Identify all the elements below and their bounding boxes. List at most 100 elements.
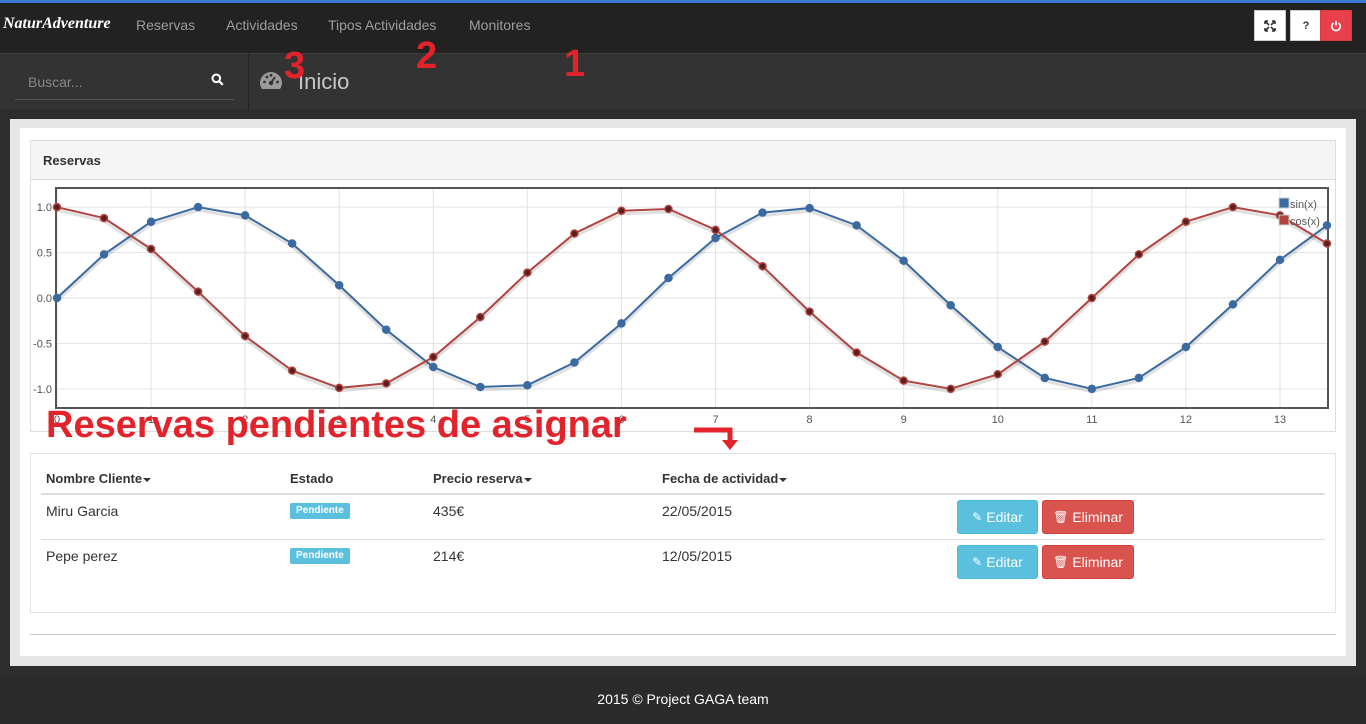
cell-nombre: Miru Garcia	[46, 503, 119, 519]
y-tick-label: 1.0	[37, 202, 52, 214]
logout-button[interactable]	[1320, 10, 1352, 41]
data-point	[1087, 384, 1097, 394]
data-point	[1181, 342, 1191, 352]
data-point	[805, 203, 814, 213]
data-point	[476, 382, 485, 392]
nav-reservas[interactable]: Reservas	[136, 17, 195, 33]
data-point	[946, 384, 955, 394]
data-point	[805, 307, 814, 316]
x-tick-label: 10	[992, 414, 1004, 426]
x-tick-label: 11	[1086, 414, 1097, 426]
delete-button[interactable]: 🗑 Eliminar	[1042, 500, 1134, 534]
help-button[interactable]: ?	[1290, 10, 1322, 41]
data-point	[429, 362, 438, 372]
delete-label: Eliminar	[1072, 509, 1123, 525]
table-header-divider	[41, 493, 1325, 495]
fullscreen-button[interactable]	[1254, 10, 1286, 41]
header-label: Precio reserva	[433, 471, 523, 486]
brand-logo[interactable]: NaturAdventure	[3, 15, 111, 33]
trash-icon: 🗑	[1053, 510, 1069, 524]
cell-fecha: 22/05/2015	[662, 503, 733, 519]
cell-nombre: Pepe perez	[46, 548, 118, 564]
trash-icon: 🗑	[1053, 555, 1069, 569]
nav-tipos-actividades[interactable]: Tipos Actividades	[328, 17, 436, 33]
edit-label: Editar	[986, 509, 1023, 525]
reservas-chart: 0 1 2 3 4 5 6 7 8 9 10 11 12 131.00.50.0-0.5-1.0sin(x…	[33, 187, 1332, 426]
data-point	[852, 221, 861, 230]
data-point	[1134, 373, 1144, 383]
data-point	[758, 261, 767, 271]
legend-swatch	[1278, 214, 1290, 226]
data-point	[99, 213, 109, 223]
data-point	[617, 319, 626, 328]
x-tick-label: 8	[807, 414, 813, 426]
search-input[interactable]: Buscar...	[15, 63, 234, 100]
column-header-nombre[interactable]: Nombre Cliente	[46, 471, 152, 486]
x-tick-label: 9	[901, 414, 907, 426]
data-point	[1087, 293, 1097, 303]
arrow-icon	[694, 427, 738, 450]
chart-panel-header	[30, 140, 1336, 180]
data-point	[429, 352, 438, 362]
data-point	[946, 301, 955, 310]
footer-text: 2015 © Project GAGA team	[597, 691, 769, 707]
data-point	[1134, 250, 1144, 259]
data-point	[570, 358, 579, 367]
data-point	[287, 239, 297, 248]
delete-button[interactable]: 🗑 Eliminar	[1042, 545, 1134, 579]
data-point	[146, 244, 156, 254]
data-point	[334, 281, 344, 290]
data-point	[852, 348, 861, 357]
series-shadow	[55, 208, 1328, 394]
edit-icon: ✎	[972, 555, 983, 569]
data-point	[240, 211, 250, 220]
edit-icon: ✎	[972, 510, 983, 524]
sort-caret-icon	[143, 477, 152, 482]
delete-label: Eliminar	[1072, 554, 1123, 570]
annotation-3: 3	[284, 45, 306, 87]
data-point	[1040, 373, 1050, 383]
section-divider	[30, 634, 1336, 635]
header-label: Fecha de actividad	[662, 471, 779, 486]
series-shadow	[56, 208, 1328, 394]
status-badge: Pendiente	[290, 548, 350, 564]
nav-actividades[interactable]: Actividades	[226, 17, 298, 33]
data-point	[993, 342, 1002, 352]
data-point	[240, 331, 250, 341]
fullscreen-icon	[1264, 19, 1276, 32]
page-title: Inicio	[298, 69, 350, 94]
cell-precio: 214€	[433, 548, 465, 564]
power-icon	[1331, 20, 1341, 31]
data-point	[1228, 300, 1238, 309]
cell-fecha: 12/05/2015	[662, 548, 733, 564]
column-header-fecha[interactable]: Fecha de actividad	[662, 471, 788, 486]
edit-button[interactable]: ✎ Editar	[957, 500, 1038, 534]
y-tick-label: 0.5	[37, 248, 52, 260]
legend-label: cos(x)	[1290, 216, 1320, 228]
y-tick-label: 0.0	[37, 293, 52, 305]
edit-button[interactable]: ✎ Editar	[957, 545, 1038, 579]
data-point	[334, 383, 344, 393]
header-label: Nombre Cliente	[46, 471, 143, 486]
sort-caret-icon	[523, 477, 532, 482]
search-icon[interactable]	[211, 73, 224, 86]
nav-monitores[interactable]: Monitores	[469, 17, 530, 33]
data-point	[711, 225, 720, 235]
row-divider	[41, 539, 1325, 540]
data-point	[193, 202, 203, 212]
data-point	[382, 325, 391, 335]
top-navbar	[0, 0, 1366, 54]
data-point	[193, 287, 203, 296]
data-point	[146, 217, 156, 226]
help-icon: ?	[1302, 19, 1310, 32]
data-point	[52, 202, 62, 212]
data-point	[99, 250, 109, 259]
data-point	[382, 379, 391, 388]
y-tick-label: -1.0	[33, 384, 52, 396]
column-header-precio[interactable]: Precio reserva	[433, 471, 532, 486]
data-point	[1322, 239, 1332, 248]
x-tick-label: 12	[1180, 414, 1192, 426]
data-point	[899, 376, 908, 385]
data-point	[899, 256, 908, 266]
data-point	[52, 293, 62, 303]
